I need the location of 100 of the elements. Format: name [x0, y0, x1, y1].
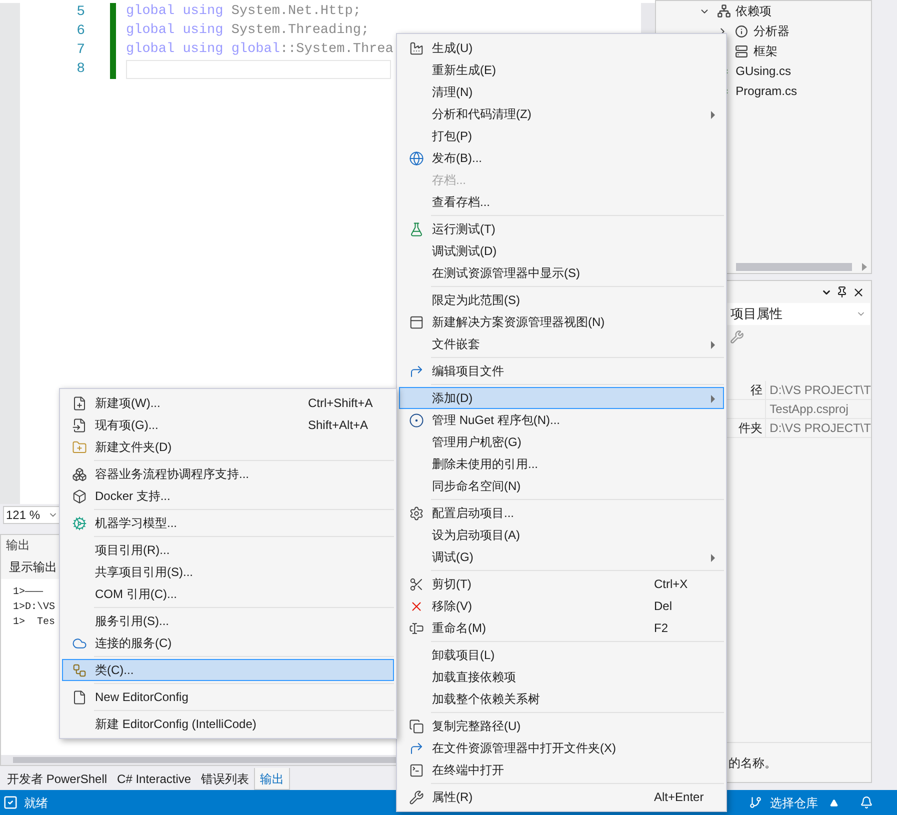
menu-item[interactable]: 在文件资源管理器中打开文件夹(X) — [399, 737, 724, 759]
menu-item[interactable]: 分析和代码清理(Z) — [399, 103, 724, 125]
file-icon — [72, 418, 86, 432]
menu-item[interactable]: 属性(R) Alt+Enter — [399, 786, 724, 808]
zoom-dropdown[interactable]: 121 % — [3, 506, 61, 524]
menu-item[interactable]: 剪切(T) Ctrl+X — [399, 573, 724, 595]
menu-item[interactable]: 文件嵌套 — [399, 333, 724, 355]
menu-item[interactable]: 查看存档... — [399, 191, 724, 213]
box-icon — [72, 488, 86, 504]
property-value: D:\VS PROJECT\T — [768, 420, 871, 437]
wrench-icon[interactable] — [730, 330, 744, 344]
property-value: TestApp.csproj — [768, 401, 850, 418]
new-file-icon — [72, 396, 86, 410]
menu-item[interactable]: 卸载项目(L) — [399, 644, 724, 666]
package-icon — [408, 412, 424, 428]
check-icon — [3, 795, 18, 810]
rename-icon — [408, 620, 424, 636]
menu-item[interactable]: 在终端中打开 — [399, 759, 724, 781]
close-icon[interactable] — [852, 286, 865, 298]
menu-item[interactable]: 新建文件夹(D) — [62, 436, 394, 458]
panel-tab[interactable]: 输出 — [254, 768, 290, 790]
property-name: 件夹 — [738, 420, 763, 437]
menu-item[interactable]: 编辑项目文件 — [399, 360, 724, 382]
menu-item[interactable]: 容器业务流程协调程序支持... — [62, 463, 394, 485]
property-value: D:\VS PROJECT\T — [768, 382, 871, 399]
menu-item[interactable]: 调试(G) — [399, 546, 724, 568]
menu-item[interactable]: 删除未使用的引用... — [399, 453, 724, 475]
scissors-icon — [408, 576, 424, 592]
tree-item[interactable]: Program.cs — [736, 82, 798, 100]
menu-item[interactable]: 移除(V) Del — [399, 595, 724, 617]
menu-item[interactable]: New EditorConfig — [62, 686, 394, 708]
tree-item[interactable]: 依赖项 — [736, 2, 772, 20]
flask-icon — [408, 222, 424, 236]
branch-icon[interactable] — [749, 796, 762, 809]
menu-item[interactable]: 打包(P) — [399, 125, 724, 147]
menu-item[interactable]: 重命名(M) F2 — [399, 617, 724, 639]
menu-item[interactable]: 复制完整路径(U) — [399, 715, 724, 737]
menu-item[interactable]: 类(C)... — [62, 659, 394, 681]
submenu-arrow-icon — [711, 554, 715, 562]
class-icon — [72, 662, 86, 678]
arrow-icon — [408, 740, 424, 756]
menu-item[interactable]: 发布(B)... — [399, 147, 724, 169]
line-number: 8 — [76, 60, 85, 79]
panel-title: 输出 — [6, 537, 30, 554]
panel-tab[interactable]: 开发者 PowerShell — [2, 768, 112, 790]
menu-item[interactable]: 生成(U) — [399, 37, 724, 59]
line-number: 5 — [76, 3, 85, 22]
menu-item[interactable]: 管理 NuGet 程序包(N)... — [399, 409, 724, 431]
terminal-icon — [408, 762, 424, 778]
code-line: global using System.Net.Http; — [126, 3, 361, 22]
globe-icon — [408, 150, 424, 166]
menu-item[interactable]: 清理(N) — [399, 81, 724, 103]
code-line: global using System.Threading; — [126, 22, 370, 40]
boxes-icon — [72, 466, 86, 482]
menu-item[interactable]: 项目引用(R)... — [62, 539, 394, 561]
menu-item[interactable]: COM 引用(C)... — [62, 583, 394, 605]
panel-tab[interactable]: 错误列表 — [196, 768, 254, 790]
gear-icon — [72, 516, 86, 530]
panel-tab[interactable]: C# Interactive — [112, 768, 196, 790]
folder-icon — [72, 440, 86, 454]
menu-item[interactable]: 运行测试(T) — [399, 218, 724, 240]
menu-item[interactable]: 设为启动项目(A) — [399, 524, 724, 546]
up-arrow-icon[interactable] — [830, 798, 838, 806]
settings-icon — [408, 506, 424, 520]
bell-icon[interactable] — [860, 796, 873, 809]
menu-item[interactable]: 服务引用(S)... — [62, 610, 394, 632]
menu-item[interactable]: 加载整个依赖关系树 — [399, 688, 724, 710]
window-icon — [408, 314, 424, 330]
tree-item[interactable]: 分析器 — [754, 22, 790, 40]
menu-item[interactable]: 配置启动项目... — [399, 502, 724, 524]
output-line: 1>D:\VS — [13, 600, 56, 615]
wrench-icon — [408, 790, 424, 804]
cloud-icon — [72, 636, 86, 650]
tree-item[interactable]: GUsing.cs — [736, 62, 792, 80]
menu-item[interactable]: 共享项目引用(S)... — [62, 561, 394, 583]
property-description: 的名称。 — [728, 754, 777, 772]
menu-item[interactable]: 机器学习模型... — [62, 512, 394, 534]
menu-item[interactable]: 现有项(G)... Shift+Alt+A — [62, 414, 394, 436]
submenu-arrow-icon — [711, 395, 715, 403]
menu-item[interactable]: 新建 EditorConfig (IntelliCode) — [62, 713, 394, 735]
menu-item[interactable]: 加载直接依赖项 — [399, 666, 724, 688]
menu-item[interactable]: 新建项(W)... Ctrl+Shift+A — [62, 392, 394, 414]
arrow-icon — [408, 364, 424, 378]
menu-item[interactable]: 连接的服务(C) — [62, 632, 394, 654]
tree-item[interactable]: 框架 — [754, 42, 778, 60]
menu-item[interactable]: 同步命名空间(N) — [399, 475, 724, 497]
repository-selector[interactable]: 选择仓库 — [770, 794, 818, 812]
menu-item[interactable]: Docker 支持... — [62, 485, 394, 507]
menu-item[interactable]: 在测试资源管理器中显示(S) — [399, 262, 724, 284]
file-icon — [72, 690, 86, 704]
code-line: global using global::System.Threa — [126, 41, 394, 60]
submenu-arrow-icon — [711, 111, 715, 119]
menu-item[interactable]: 添加(D) — [399, 387, 724, 409]
menu-item[interactable]: 管理用户机密(G) — [399, 431, 724, 453]
menu-item[interactable]: 调试测试(D) — [399, 240, 724, 262]
output-line: 1>——— — [13, 586, 44, 600]
toolbar-label: 显示输出 — [9, 559, 57, 576]
status-text: 就绪 — [24, 794, 48, 812]
menu-item[interactable]: 重新生成(E) — [399, 59, 724, 81]
pin-icon[interactable] — [836, 286, 848, 298]
